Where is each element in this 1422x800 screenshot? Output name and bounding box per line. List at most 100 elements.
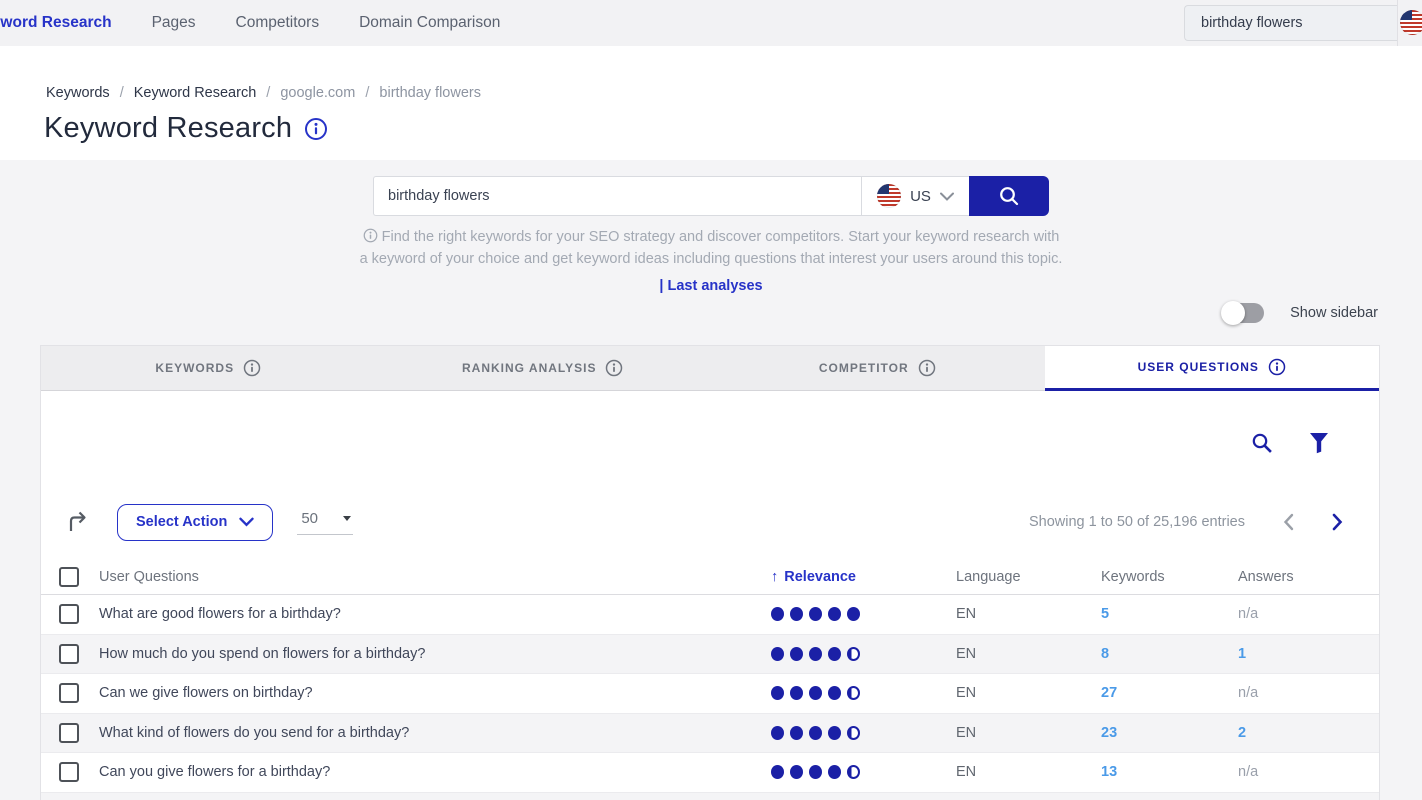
prev-page-chevron[interactable] [1283, 513, 1294, 531]
search-icon [998, 185, 1020, 207]
chevron-down-icon [940, 192, 954, 201]
relevance-dot [809, 607, 822, 621]
table-row[interactable]: Can we give flowers on birthday? EN 27 n… [41, 674, 1379, 714]
row-checkbox[interactable] [59, 604, 79, 624]
table-row[interactable]: What are good flowers for a birthday? EN… [41, 595, 1379, 635]
question-text: Can you give flowers for a birthday? [99, 764, 731, 780]
page-size-value: 50 [301, 510, 318, 527]
nav-item-domain-comparison[interactable]: Domain Comparison [359, 14, 500, 32]
next-page-chevron[interactable] [1332, 513, 1343, 531]
info-icon [363, 228, 378, 243]
table-row-partial [41, 793, 1379, 800]
language-value: EN [921, 725, 1066, 741]
toggle-knob [1221, 301, 1245, 325]
caret-down-icon [343, 516, 351, 521]
language-value: EN [921, 764, 1066, 780]
column-header-answers[interactable]: Answers [1206, 569, 1379, 585]
answers-value[interactable]: 1 [1238, 646, 1246, 662]
relevance-dot [847, 726, 860, 740]
relevance-dot [828, 726, 841, 740]
info-icon [243, 359, 261, 377]
language-value: EN [921, 685, 1066, 701]
search-button[interactable] [969, 176, 1049, 216]
answers-value[interactable]: 2 [1238, 725, 1246, 741]
column-header-language[interactable]: Language [921, 569, 1066, 585]
relevance-dot [828, 607, 841, 621]
relevance-dots [731, 607, 921, 621]
keywords-link[interactable]: 27 [1101, 685, 1117, 701]
tab-user-questions[interactable]: User Questions [1045, 346, 1380, 391]
tab-ranking-analysis[interactable]: Ranking Analysis [376, 346, 711, 391]
relevance-dot [790, 607, 803, 621]
topbar-divider [1397, 0, 1398, 46]
tab-bar: Keywords Ranking Analysis Competitor Use… [41, 346, 1379, 391]
answers-value: n/a [1238, 764, 1258, 780]
table-search-icon[interactable] [1251, 432, 1273, 454]
title-info-icon[interactable] [304, 117, 328, 141]
page-title: Keyword Research [44, 112, 292, 145]
info-icon [1268, 358, 1286, 376]
relevance-dots [731, 686, 921, 700]
keywords-link[interactable]: 8 [1101, 646, 1109, 662]
relevance-dot [771, 686, 784, 700]
export-icon[interactable] [65, 509, 91, 535]
relevance-dot [828, 765, 841, 779]
question-text: What are good flowers for a birthday? [99, 606, 731, 622]
row-checkbox[interactable] [59, 762, 79, 782]
keywords-link[interactable]: 23 [1101, 725, 1117, 741]
answers-value: n/a [1238, 685, 1258, 701]
row-checkbox[interactable] [59, 683, 79, 703]
tab-keywords[interactable]: Keywords [41, 346, 376, 391]
row-checkbox[interactable] [59, 644, 79, 664]
tab-competitor[interactable]: Competitor [710, 346, 1045, 391]
nav-item-competitors[interactable]: Competitors [236, 14, 320, 32]
tab-label: Keywords [155, 361, 234, 375]
sort-asc-icon [771, 569, 784, 585]
relevance-dot [790, 686, 803, 700]
country-selector[interactable]: US [861, 176, 969, 216]
chevron-down-icon [239, 517, 254, 527]
show-sidebar-toggle[interactable] [1222, 303, 1264, 323]
relevance-dot [847, 607, 860, 621]
column-header-keywords[interactable]: Keywords [1066, 569, 1206, 585]
top-nav: Keyword Research Pages Competitors Domai… [0, 0, 500, 46]
info-icon [918, 359, 936, 377]
country-code: US [910, 188, 931, 205]
breadcrumb-separator: / [266, 85, 270, 101]
question-text: What kind of flowers do you send for a b… [99, 725, 731, 741]
breadcrumb-keyword[interactable]: birthday flowers [379, 85, 481, 101]
relevance-dot [809, 647, 822, 661]
relevance-dots [731, 765, 921, 779]
row-checkbox[interactable] [59, 723, 79, 743]
search-description: Find the right keywords for your SEO str… [359, 226, 1064, 270]
column-header-user-questions[interactable]: User Questions [99, 569, 731, 585]
breadcrumb-separator: / [120, 85, 124, 101]
table-row[interactable]: Can you give flowers for a birthday? EN … [41, 753, 1379, 793]
breadcrumb-keywords[interactable]: Keywords [46, 85, 110, 101]
breadcrumb-domain[interactable]: google.com [280, 85, 355, 101]
nav-item-pages[interactable]: Pages [152, 14, 196, 32]
last-analyses-link[interactable]: | Last analyses [659, 278, 762, 294]
select-action-dropdown[interactable]: Select Action [117, 504, 273, 541]
relevance-dot [809, 726, 822, 740]
table-row[interactable]: What kind of flowers do you send for a b… [41, 714, 1379, 754]
tab-label: User Questions [1138, 360, 1259, 374]
relevance-dot [790, 765, 803, 779]
results-card: Keywords Ranking Analysis Competitor Use… [40, 345, 1380, 800]
keywords-link[interactable]: 5 [1101, 606, 1109, 622]
table-row[interactable]: How much do you spend on flowers for a b… [41, 635, 1379, 675]
question-text: How much do you spend on flowers for a b… [99, 646, 731, 662]
page-size-select[interactable]: 50 [297, 510, 353, 535]
topbar-search-input[interactable] [1184, 5, 1397, 41]
column-header-relevance[interactable]: Relevance [731, 569, 921, 585]
keywords-link[interactable]: 13 [1101, 764, 1117, 780]
relevance-dot [809, 765, 822, 779]
tab-label: Competitor [819, 361, 909, 375]
select-all-checkbox[interactable] [59, 567, 79, 587]
filter-icon[interactable] [1309, 432, 1329, 454]
us-flag-icon[interactable] [1400, 10, 1422, 35]
keyword-search-input[interactable] [373, 176, 861, 216]
nav-item-keyword-research[interactable]: Keyword Research [0, 14, 112, 32]
relevance-dot [771, 726, 784, 740]
breadcrumb-keyword-research[interactable]: Keyword Research [134, 85, 257, 101]
